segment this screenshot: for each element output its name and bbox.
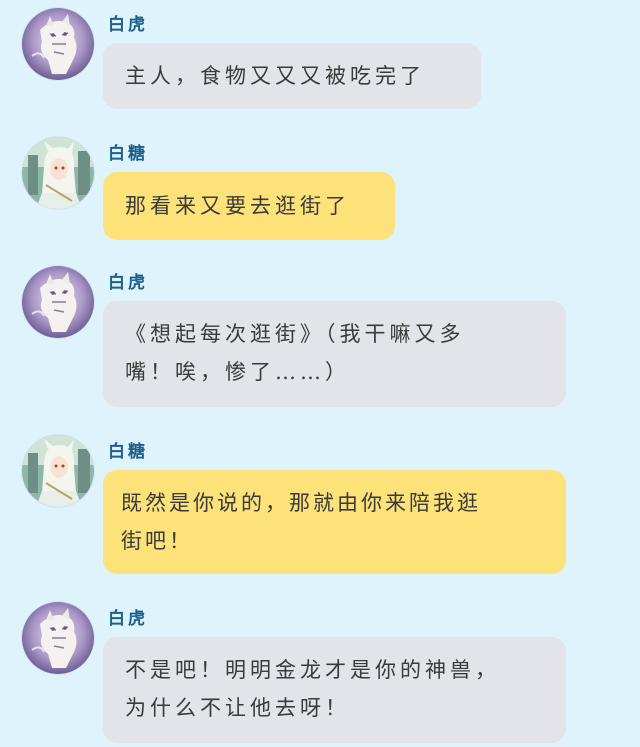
message-text-line: 《想起每次逛街》（我干嘛又多: [125, 322, 465, 346]
white-tiger-avatar-icon[interactable]: [22, 602, 94, 674]
message-text-line: 街吧！: [121, 529, 193, 553]
white-tiger-avatar-icon[interactable]: [22, 266, 94, 338]
message-text-line: 嘴！唉，惨了……）: [125, 360, 350, 384]
message-text-line: 为什么不让他去呀！: [125, 696, 350, 720]
message-text-line: 那看来又要去逛街了: [125, 194, 350, 218]
chat-area: 白虎 主人，食物又又又被吃完了 白糖 那看来又要去逛街了 白虎 《想起每次逛街》…: [0, 0, 640, 747]
message-text-line: 既然是你说的，那就由你来陪我逛: [121, 491, 481, 515]
message-bubble: 主人，食物又又又被吃完了: [103, 43, 481, 109]
sender-name: 白虎: [108, 273, 148, 293]
sender-name: 白虎: [108, 609, 148, 629]
white-tiger-avatar-icon[interactable]: [22, 8, 94, 80]
message-bubble: 不是吧！明明金龙才是你的神兽， 为什么不让他去呀！: [103, 637, 566, 743]
white-haired-girl-avatar-icon[interactable]: [22, 435, 94, 507]
message-text-line: 不是吧！明明金龙才是你的神兽，: [125, 658, 500, 682]
white-haired-girl-avatar-icon[interactable]: [22, 137, 94, 209]
message-bubble: 既然是你说的，那就由你来陪我逛 街吧！: [103, 470, 566, 574]
sender-name: 白糖: [108, 442, 148, 462]
message-text-line: 主人，食物又又又被吃完了: [125, 64, 425, 88]
sender-name: 白虎: [108, 15, 148, 35]
message-bubble: 《想起每次逛街》（我干嘛又多 嘴！唉，惨了……）: [103, 301, 566, 407]
message-bubble: 那看来又要去逛街了: [103, 172, 395, 240]
sender-name: 白糖: [108, 144, 148, 164]
